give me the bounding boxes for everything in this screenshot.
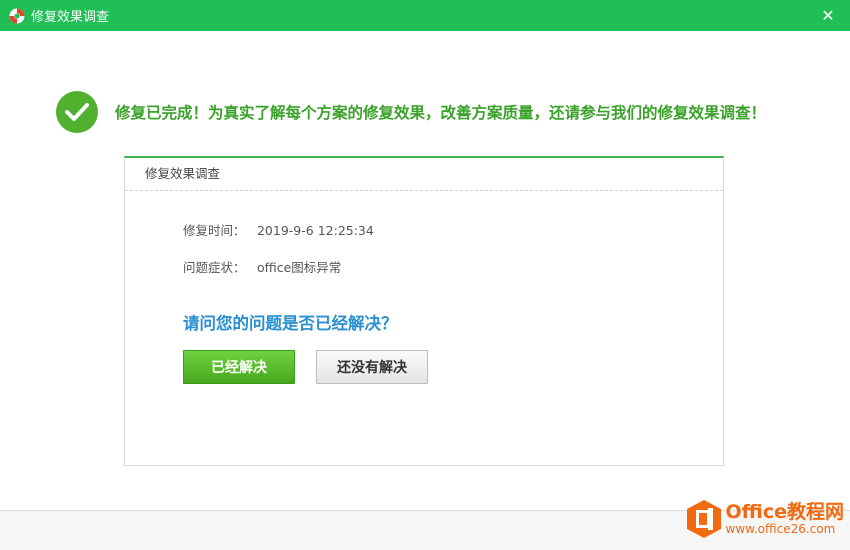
checkmark-icon (65, 103, 89, 121)
window-title: 修复效果调查 (31, 10, 110, 25)
close-button[interactable]: ✕ (818, 5, 838, 25)
resolved-button[interactable]: 已经解决 (183, 350, 295, 384)
watermark-url: www.office26.com (725, 521, 836, 536)
check-circle-icon (56, 91, 98, 133)
symptom-row: 问题症状： office图标异常 (183, 257, 341, 276)
watermark: Office教程网 www.office26.com (686, 499, 845, 539)
survey-card-header: 修复效果调查 (125, 158, 723, 191)
symptom-value: office图标异常 (256, 260, 342, 275)
repair-time-row: 修复时间： 2019-9-6 12:25:34 (183, 220, 374, 239)
lifebuoy-icon (9, 8, 25, 23)
completion-message: 修复已完成！为真实了解每个方案的修复效果，改善方案质量，还请参与我们的修复效果调… (115, 104, 767, 122)
office-logo-icon (686, 500, 721, 538)
main-content: 修复已完成！为真实了解每个方案的修复效果，改善方案质量，还请参与我们的修复效果调… (0, 31, 850, 510)
watermark-title: Office教程网 (725, 500, 845, 523)
resolution-question: 请问您的问题是否已经解决？ (183, 314, 398, 333)
repair-time-value: 2019-9-6 12:25:34 (256, 223, 374, 238)
close-icon: ✕ (821, 5, 835, 25)
title-bar: 修复效果调查 ✕ (0, 0, 850, 31)
completion-banner: 修复已完成！为真实了解每个方案的修复效果，改善方案质量，还请参与我们的修复效果调… (56, 91, 766, 133)
repair-time-label: 修复时间： (183, 223, 246, 238)
not-resolved-button[interactable]: 还没有解决 (316, 350, 428, 384)
symptom-label: 问题症状： (183, 260, 246, 275)
survey-card: 修复效果调查 修复时间： 2019-9-6 12:25:34 问题症状： off… (124, 156, 724, 466)
